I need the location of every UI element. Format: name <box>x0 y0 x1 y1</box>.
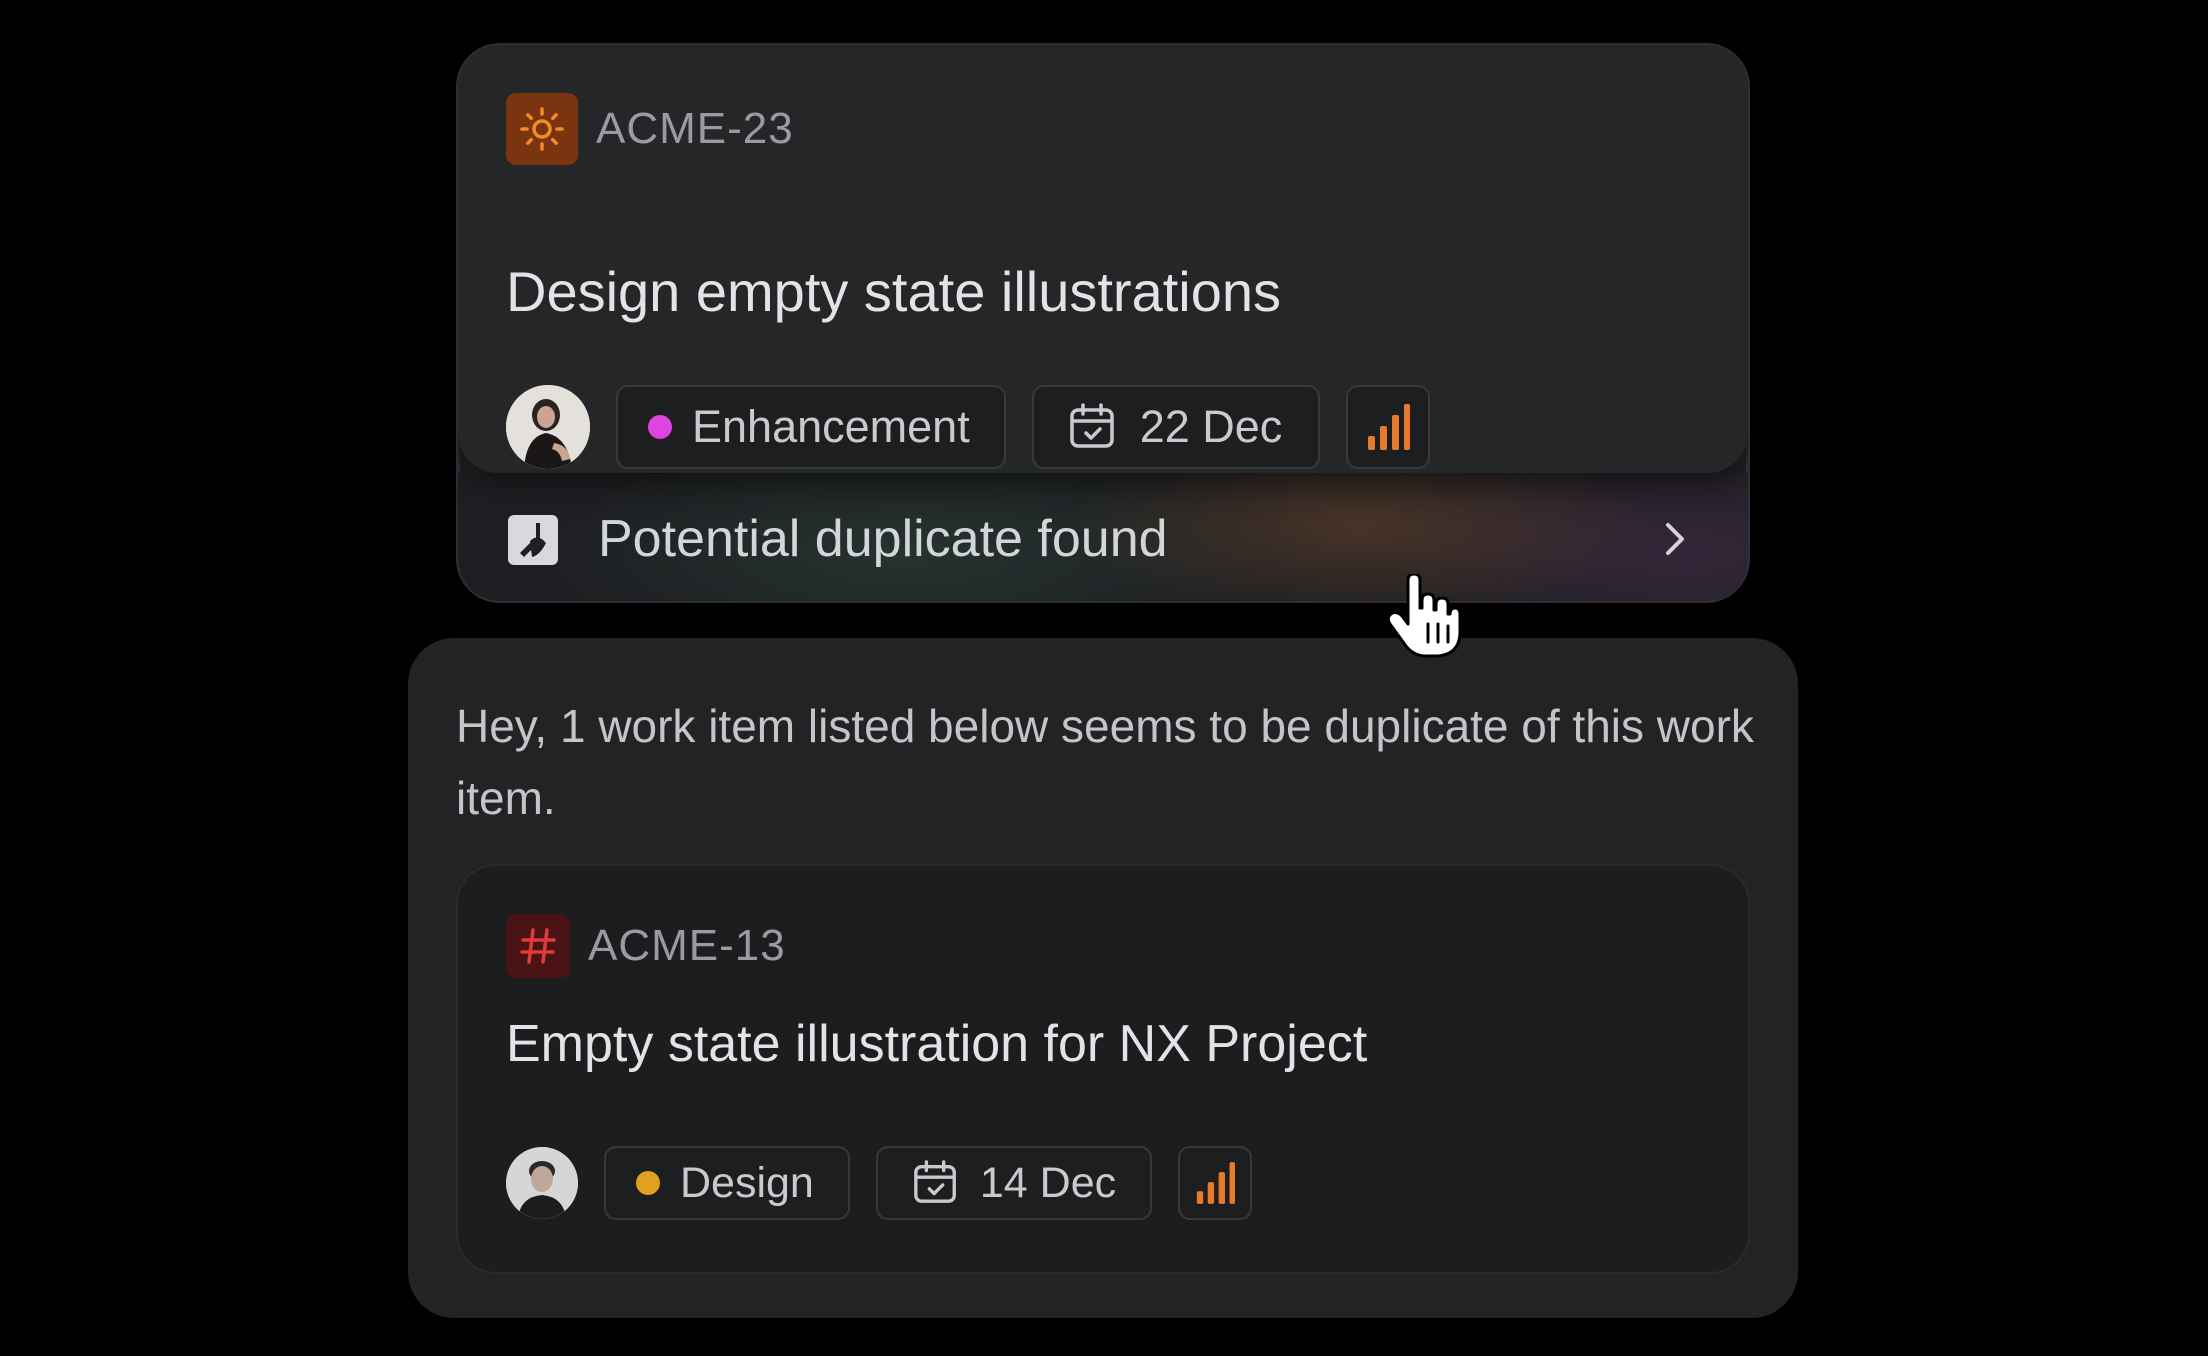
work-item-card-acme-23[interactable]: ACME-23 Design empty state illustrations… <box>456 43 1750 603</box>
avatar[interactable] <box>506 1147 578 1219</box>
duplicate-text: Potential duplicate found <box>598 510 1168 568</box>
calendar-icon <box>1068 402 1118 452</box>
work-item-meta-row: Enhancement 22 Dec <box>506 385 1431 469</box>
due-date-text: 22 Dec <box>1139 401 1283 452</box>
label-text: Design <box>680 1158 814 1207</box>
work-item-id-row: ACME-13 <box>506 914 786 978</box>
due-date-text: 14 Dec <box>979 1158 1117 1207</box>
label-chip[interactable]: Enhancement <box>616 385 1006 469</box>
work-item-title[interactable]: Empty state illustration for NX Project <box>506 1014 1367 1074</box>
due-date-chip[interactable]: 22 Dec <box>1031 385 1321 469</box>
priority-bars-icon <box>1366 402 1411 452</box>
potential-duplicate-bar[interactable]: Potential duplicate found <box>458 473 1748 601</box>
duplicate-alert-icon <box>506 513 560 567</box>
label-dot-icon <box>648 415 672 439</box>
hand-cursor-icon <box>1386 572 1462 658</box>
work-item-id-row: ACME-23 <box>506 93 794 165</box>
due-date-chip[interactable]: 14 Dec <box>875 1146 1153 1220</box>
priority-bars-icon <box>1195 1160 1236 1206</box>
duplicate-details-panel: Hey, 1 work item listed below seems to b… <box>408 638 1798 1318</box>
priority-chip[interactable] <box>1346 385 1431 469</box>
calendar-icon <box>912 1159 960 1207</box>
work-item-meta-row: Design 14 Dec <box>506 1146 1253 1220</box>
work-item-id: ACME-13 <box>588 921 786 970</box>
priority-chip[interactable] <box>1178 1146 1253 1220</box>
work-item-card-body[interactable]: ACME-23 Design empty state illustrations… <box>458 45 1748 473</box>
duplicate-message: Hey, 1 work item listed below seems to b… <box>456 700 1754 824</box>
work-item-id: ACME-23 <box>596 104 794 153</box>
avatar[interactable] <box>506 385 590 469</box>
label-dot-icon <box>636 1171 660 1195</box>
sun-icon <box>506 93 578 165</box>
stage: ACME-23 Design empty state illustrations… <box>0 0 2208 1356</box>
work-item-card-acme-13[interactable]: ACME-13 Empty state illustration for NX … <box>456 864 1750 1274</box>
label-chip[interactable]: Design <box>604 1146 850 1220</box>
work-item-title[interactable]: Design empty state illustrations <box>506 259 1281 324</box>
chevron-right-icon[interactable] <box>1654 517 1694 561</box>
hash-icon <box>506 914 570 978</box>
label-text: Enhancement <box>692 401 970 452</box>
